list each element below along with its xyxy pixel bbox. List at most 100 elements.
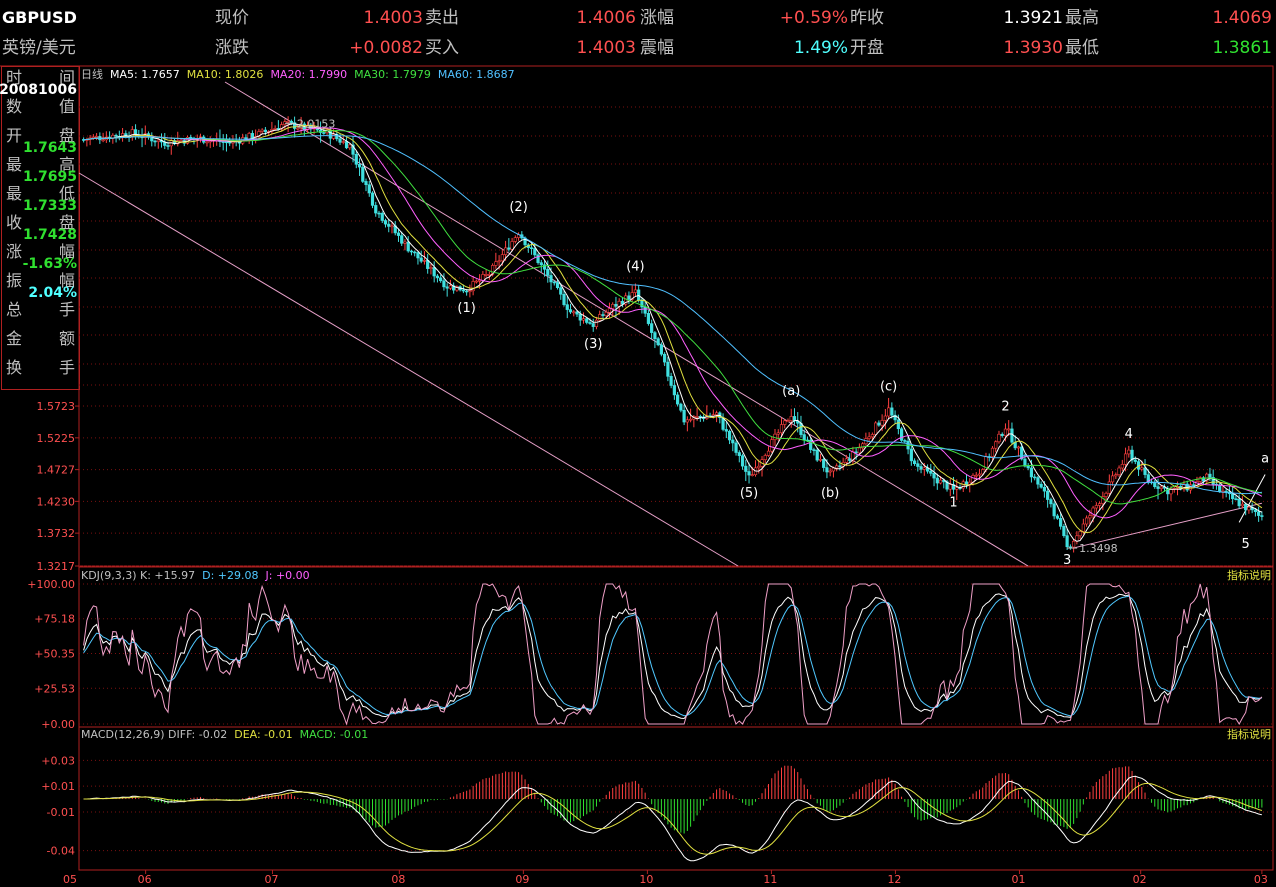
candle-up: [818, 459, 823, 461]
candle-down: [1231, 493, 1235, 500]
candle-down: [1237, 498, 1241, 507]
candle-down: [578, 313, 582, 321]
candle-up: [1120, 464, 1124, 469]
candle-up: [487, 274, 491, 276]
candle-down: [114, 134, 118, 137]
candle-down: [838, 465, 842, 468]
candle-up: [766, 450, 771, 456]
candle-up: [974, 474, 978, 477]
candle-up: [685, 419, 689, 423]
candle-down: [585, 318, 589, 323]
candle-down: [812, 449, 816, 451]
candle-down: [912, 460, 917, 464]
candle-down: [364, 181, 368, 186]
candle-down: [747, 471, 751, 476]
candle-down: [419, 257, 423, 262]
candle-up: [1114, 474, 1118, 477]
candle-down: [1244, 503, 1248, 511]
candle-up: [1240, 503, 1245, 507]
candle-up: [948, 484, 952, 490]
price-chart[interactable]: 1.5723 1.5225 1.4727 1.4230 1.3732 1.3217 2.01…: [0, 0, 1276, 887]
candle-down: [409, 250, 414, 253]
macd-dea-line: [83, 783, 1263, 855]
candle-up: [1003, 428, 1008, 436]
candle-up: [581, 318, 586, 321]
candle-down: [1192, 484, 1196, 486]
month-label: 03: [1254, 873, 1268, 886]
candle-down: [737, 452, 741, 456]
candle-up: [598, 314, 602, 321]
candle-up: [1094, 505, 1098, 509]
candle-up: [286, 120, 290, 123]
candle-down: [361, 166, 365, 182]
wave-a-projection-line: [1238, 474, 1266, 523]
candle-up: [1123, 453, 1128, 465]
candle-down: [1260, 515, 1264, 517]
candle-down: [559, 287, 563, 295]
macd-indicator-help-button[interactable]: 指标说明: [1227, 727, 1271, 741]
candle-up: [955, 487, 959, 490]
channel-upper-line: [224, 81, 1029, 567]
wave-label: (3): [584, 337, 602, 352]
candle-down: [562, 293, 566, 305]
candle-down: [815, 449, 819, 461]
candle-up: [474, 280, 478, 283]
candle-down: [591, 323, 595, 327]
candle-down: [565, 304, 569, 310]
candle-up: [776, 432, 780, 435]
candle-up: [500, 254, 504, 262]
candle-down: [935, 477, 939, 484]
candle-down: [682, 409, 686, 423]
extreme-price-label: 1.3498: [1079, 542, 1118, 555]
legend-item: MA20: 1.7990: [270, 68, 347, 81]
candle-down: [387, 223, 391, 227]
candle-down: [539, 262, 543, 266]
candle-up: [880, 420, 884, 426]
candle-down: [1133, 459, 1137, 462]
wave-label: (4): [626, 259, 644, 274]
candle-up: [494, 261, 498, 266]
candle-down: [734, 442, 738, 453]
candle-up: [1078, 531, 1082, 537]
wave-label: (2): [509, 200, 527, 215]
candle-up: [938, 479, 943, 484]
candle-down: [919, 466, 923, 470]
legend-item: MACD: -0.01: [300, 728, 369, 741]
candle-down: [903, 440, 907, 442]
candle-down: [932, 473, 936, 479]
wave-label: a: [1261, 451, 1269, 466]
kdj-pane-frame: [78, 566, 1274, 728]
candle-down: [367, 184, 371, 194]
candle-up: [1016, 446, 1021, 449]
candle-down: [896, 419, 900, 430]
price-tick-label: 1.4727: [37, 464, 76, 477]
candle-down: [1153, 481, 1157, 488]
kdj-indicator-help-button[interactable]: 指标说明: [1227, 568, 1271, 582]
candle-down: [461, 289, 465, 292]
candle-down: [263, 129, 267, 133]
legend-item: MA5: 1.7657: [110, 68, 180, 81]
wave-label: (b): [821, 486, 839, 501]
candle-up: [403, 241, 407, 244]
candle-down: [663, 353, 667, 363]
candle-down: [848, 458, 852, 461]
candle-up: [594, 319, 599, 327]
candle-down: [465, 290, 469, 293]
candle-down: [1055, 515, 1059, 519]
candle-up: [481, 274, 485, 281]
candle-down: [614, 304, 618, 307]
legend-item: 日线: [81, 67, 103, 81]
extreme-price-label: 2.0153: [297, 117, 336, 130]
macd-tick-label: -0.01: [47, 806, 75, 819]
candle-down: [744, 465, 748, 472]
candle-down: [1065, 535, 1069, 548]
candle-down: [679, 403, 683, 411]
candle-down: [676, 394, 680, 405]
candle-up: [468, 290, 472, 293]
candle-up: [874, 422, 878, 435]
month-label: 07: [264, 873, 278, 886]
candle-down: [166, 145, 170, 147]
candle-up: [789, 416, 793, 421]
candle-down: [383, 220, 388, 225]
wave-label: (a): [782, 384, 800, 399]
